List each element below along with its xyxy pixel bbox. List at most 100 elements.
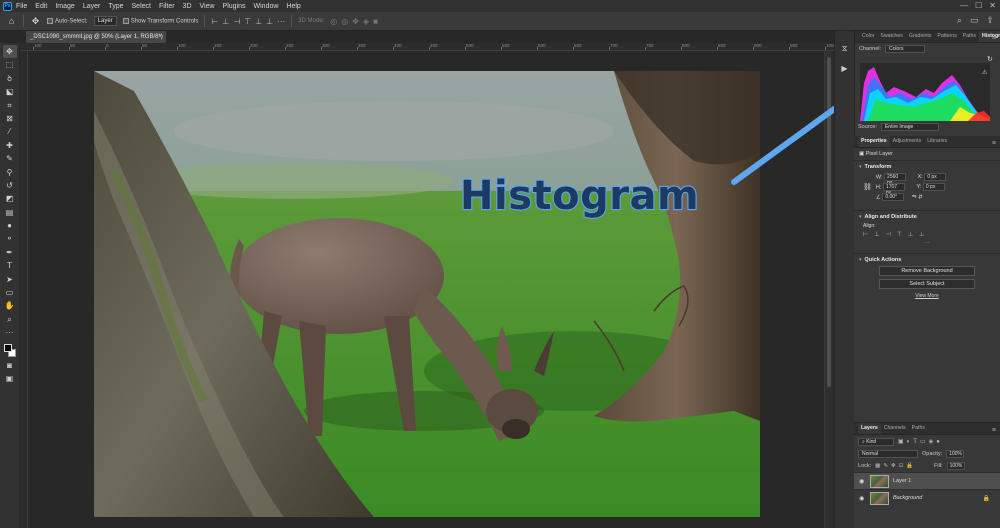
- layer-name[interactable]: Layer 1: [893, 478, 911, 484]
- panel-menu-icon[interactable]: ≡: [992, 140, 996, 147]
- link-proportions-icon[interactable]: ⛓: [863, 183, 872, 191]
- color-swatches[interactable]: [3, 343, 17, 359]
- gradient-tool-icon[interactable]: ▤: [3, 206, 17, 219]
- remove-background-button[interactable]: Remove Background: [879, 266, 975, 276]
- tab-patterns[interactable]: Patterns: [934, 31, 959, 42]
- zoom-tool-icon[interactable]: ⌕: [3, 313, 17, 326]
- y-field[interactable]: 0 px: [922, 183, 945, 191]
- tab-layers[interactable]: Layers: [858, 423, 881, 434]
- lasso-tool-icon[interactable]: ꝺ: [3, 72, 17, 85]
- align-left-edges-icon[interactable]: ⊢: [863, 231, 868, 238]
- tab-channels[interactable]: Channels: [881, 423, 909, 434]
- cache-warning-icon[interactable]: ⚠: [982, 69, 987, 76]
- blend-mode-dropdown[interactable]: Normal: [858, 450, 918, 458]
- layer-row-background[interactable]: ◉ Background 🔒: [854, 489, 1000, 506]
- path-select-icon[interactable]: ➤: [3, 273, 17, 286]
- align-vertical-centers-icon[interactable]: ⊥: [908, 231, 913, 238]
- tab-properties[interactable]: Properties: [858, 136, 890, 147]
- align-right-edges-icon[interactable]: ⊣: [885, 231, 890, 238]
- select-subject-button[interactable]: Select Subject: [879, 279, 975, 289]
- pen-tool-icon[interactable]: ✒: [3, 246, 17, 259]
- eyedropper-tool-icon[interactable]: ⁄: [3, 125, 17, 138]
- menu-edit[interactable]: Edit: [35, 3, 47, 10]
- object-select-tool-icon[interactable]: ⬕: [3, 85, 17, 98]
- menu-3d[interactable]: 3D: [183, 3, 192, 10]
- channel-dropdown[interactable]: Colors: [885, 45, 926, 53]
- 3d-rotate-icon[interactable]: ◎: [330, 17, 337, 26]
- actions-panel-icon[interactable]: ▶: [839, 63, 851, 75]
- healing-brush-icon[interactable]: ✚: [3, 139, 17, 152]
- tab-paths[interactable]: Paths: [909, 423, 928, 434]
- collapse-caret-icon[interactable]: ▾: [859, 257, 862, 263]
- align-horizontal-centers-icon[interactable]: ⊥: [874, 231, 879, 238]
- clone-stamp-icon[interactable]: ⚲: [3, 166, 17, 179]
- screen-mode-icon[interactable]: ▣: [3, 372, 17, 385]
- search-icon[interactable]: ⌕: [957, 15, 962, 26]
- brush-tool-icon[interactable]: ✎: [3, 152, 17, 165]
- quick-mask-icon[interactable]: ◙: [3, 359, 17, 372]
- menu-file[interactable]: File: [16, 3, 27, 10]
- tab-libraries[interactable]: Libraries: [924, 136, 950, 147]
- flip-vertical-icon[interactable]: ⇵: [918, 194, 923, 200]
- dodge-tool-icon[interactable]: ⚬: [3, 232, 17, 245]
- move-tool-icon[interactable]: ✥: [30, 16, 41, 27]
- tab-histogram[interactable]: Histogram: [979, 31, 1000, 42]
- rectangle-tool-icon[interactable]: ▭: [3, 286, 17, 299]
- type-tool-icon[interactable]: T: [3, 259, 17, 272]
- minimize-icon[interactable]: —: [960, 1, 968, 10]
- blur-tool-icon[interactable]: ●: [3, 219, 17, 232]
- marquee-tool-icon[interactable]: ⬚: [3, 58, 17, 71]
- view-more-link[interactable]: View More: [859, 293, 995, 299]
- align-bottom-edges-icon[interactable]: ⊥: [919, 231, 924, 238]
- panel-menu-icon[interactable]: ≡: [992, 427, 996, 434]
- tab-paths[interactable]: Paths: [960, 31, 979, 42]
- close-document-icon[interactable]: ×: [158, 31, 162, 43]
- menu-type[interactable]: Type: [108, 3, 123, 10]
- menu-plugins[interactable]: Plugins: [223, 3, 246, 10]
- workspace-icon[interactable]: ▭: [970, 15, 979, 26]
- menu-window[interactable]: Window: [254, 3, 279, 10]
- vertical-scrollbar[interactable]: [824, 51, 833, 528]
- document-image[interactable]: [94, 71, 760, 517]
- height-field[interactable]: 1707 px: [882, 183, 905, 196]
- x-field[interactable]: 0 px: [924, 173, 947, 181]
- align-top-icon[interactable]: ⊤: [244, 17, 251, 26]
- eraser-tool-icon[interactable]: ◩: [3, 192, 17, 205]
- photoshop-logo-icon[interactable]: Ps: [3, 1, 12, 11]
- source-dropdown[interactable]: Entire Image: [880, 123, 939, 131]
- align-bottom-icon[interactable]: ⊥: [266, 17, 273, 26]
- tab-adjustments[interactable]: Adjustments: [890, 136, 925, 147]
- visibility-eye-icon[interactable]: ◉: [859, 495, 866, 502]
- close-icon[interactable]: ✕: [989, 1, 996, 10]
- history-panel-icon[interactable]: ⧖: [839, 43, 851, 55]
- menu-help[interactable]: Help: [286, 3, 300, 10]
- collapse-caret-icon[interactable]: ▾: [859, 214, 862, 220]
- menu-view[interactable]: View: [200, 3, 215, 10]
- more-align-icon[interactable]: ···: [859, 240, 995, 246]
- scrollbar-thumb[interactable]: [827, 57, 831, 387]
- panel-menu-icon[interactable]: ≡: [992, 35, 996, 42]
- auto-select-checkbox[interactable]: Auto-Select:: [47, 17, 88, 24]
- foreground-color-swatch[interactable]: [3, 343, 12, 352]
- menu-layer[interactable]: Layer: [83, 3, 101, 10]
- kind-filter-dropdown[interactable]: ⌕ Kind: [858, 437, 894, 446]
- align-middle-icon[interactable]: ⊥: [255, 17, 262, 26]
- 3d-slide-icon[interactable]: ◈: [363, 17, 369, 26]
- maximize-icon[interactable]: ☐: [975, 1, 982, 10]
- layer-name[interactable]: Background: [893, 495, 922, 501]
- history-brush-icon[interactable]: ↺: [3, 179, 17, 192]
- home-icon[interactable]: ⌂: [6, 16, 17, 27]
- visibility-eye-icon[interactable]: ◉: [859, 478, 866, 485]
- refresh-icon[interactable]: ↻: [987, 55, 993, 63]
- edit-toolbar-icon[interactable]: ···: [3, 326, 17, 339]
- layer-row-layer-1[interactable]: ◉ Layer 1: [854, 472, 1000, 489]
- horizontal-ruler[interactable]: 100 50 0 50 100 150 200 250 300 350 400 450 500 550 60…: [20, 43, 834, 51]
- lock-icons[interactable]: ▦✎✥⊡🔒: [875, 463, 916, 469]
- tab-gradients[interactable]: Gradients: [906, 31, 935, 42]
- align-left-icon[interactable]: ⊢: [211, 17, 218, 26]
- 3d-roll-icon[interactable]: ◎: [341, 17, 348, 26]
- 3d-pan-icon[interactable]: ✥: [352, 17, 359, 26]
- align-center-icon[interactable]: ⊥: [222, 17, 229, 26]
- align-right-icon[interactable]: ⊣: [233, 17, 240, 26]
- width-field[interactable]: 2560 px: [884, 173, 907, 186]
